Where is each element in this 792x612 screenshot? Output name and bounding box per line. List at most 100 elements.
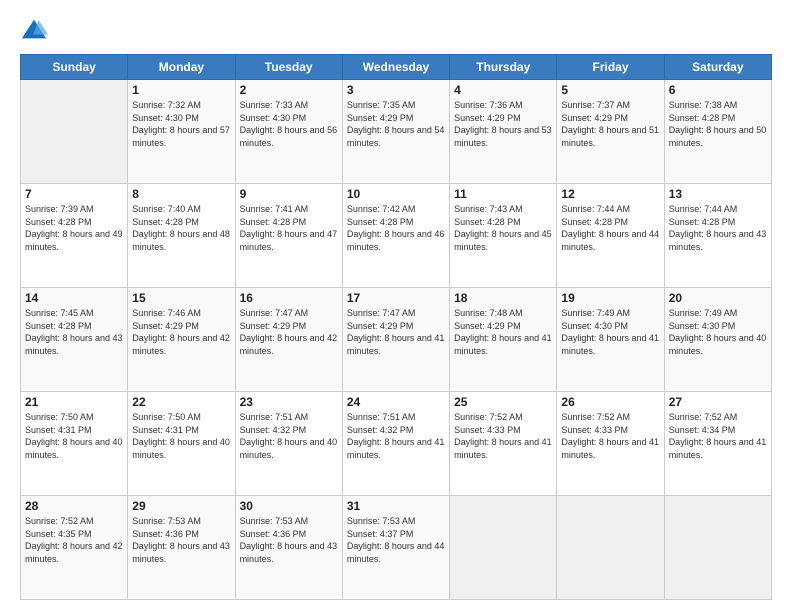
calendar-cell: 14 Sunrise: 7:45 AM Sunset: 4:28 PM Dayli… bbox=[21, 288, 128, 392]
day-info: Sunrise: 7:32 AM Sunset: 4:30 PM Dayligh… bbox=[132, 99, 230, 149]
weekday-header-monday: Monday bbox=[128, 55, 235, 80]
day-info: Sunrise: 7:46 AM Sunset: 4:29 PM Dayligh… bbox=[132, 307, 230, 357]
calendar-cell: 16 Sunrise: 7:47 AM Sunset: 4:29 PM Dayli… bbox=[235, 288, 342, 392]
day-info: Sunrise: 7:42 AM Sunset: 4:28 PM Dayligh… bbox=[347, 203, 445, 253]
day-number: 11 bbox=[454, 187, 552, 201]
calendar-cell: 18 Sunrise: 7:48 AM Sunset: 4:29 PM Dayli… bbox=[450, 288, 557, 392]
weekday-header-sunday: Sunday bbox=[21, 55, 128, 80]
day-number: 3 bbox=[347, 83, 445, 97]
day-info: Sunrise: 7:37 AM Sunset: 4:29 PM Dayligh… bbox=[561, 99, 659, 149]
logo-icon bbox=[20, 16, 48, 44]
weekday-header-wednesday: Wednesday bbox=[342, 55, 449, 80]
day-info: Sunrise: 7:38 AM Sunset: 4:28 PM Dayligh… bbox=[669, 99, 767, 149]
day-number: 27 bbox=[669, 395, 767, 409]
page: SundayMondayTuesdayWednesdayThursdayFrid… bbox=[0, 0, 792, 612]
day-number: 23 bbox=[240, 395, 338, 409]
day-info: Sunrise: 7:47 AM Sunset: 4:29 PM Dayligh… bbox=[240, 307, 338, 357]
day-number: 31 bbox=[347, 499, 445, 513]
day-number: 14 bbox=[25, 291, 123, 305]
logo bbox=[20, 16, 52, 44]
day-info: Sunrise: 7:52 AM Sunset: 4:35 PM Dayligh… bbox=[25, 515, 123, 565]
day-info: Sunrise: 7:36 AM Sunset: 4:29 PM Dayligh… bbox=[454, 99, 552, 149]
weekday-header-thursday: Thursday bbox=[450, 55, 557, 80]
day-info: Sunrise: 7:40 AM Sunset: 4:28 PM Dayligh… bbox=[132, 203, 230, 253]
calendar-cell: 13Sunrise: 7:44 AM Sunset: 4:28 PM Dayli… bbox=[664, 184, 771, 288]
day-number: 5 bbox=[561, 83, 659, 97]
calendar-cell: 8 Sunrise: 7:40 AM Sunset: 4:28 PM Daylig… bbox=[128, 184, 235, 288]
calendar-week-4: 28 Sunrise: 7:52 AM Sunset: 4:35 PM Dayli… bbox=[21, 496, 772, 600]
calendar-cell bbox=[557, 496, 664, 600]
calendar-week-2: 14 Sunrise: 7:45 AM Sunset: 4:28 PM Dayli… bbox=[21, 288, 772, 392]
day-info: Sunrise: 7:52 AM Sunset: 4:33 PM Dayligh… bbox=[454, 411, 552, 461]
day-info: Sunrise: 7:50 AM Sunset: 4:31 PM Dayligh… bbox=[132, 411, 230, 461]
calendar-week-3: 21Sunrise: 7:50 AM Sunset: 4:31 PM Dayli… bbox=[21, 392, 772, 496]
calendar-cell: 4 Sunrise: 7:36 AM Sunset: 4:29 PM Daylig… bbox=[450, 80, 557, 184]
calendar-table: SundayMondayTuesdayWednesdayThursdayFrid… bbox=[20, 54, 772, 600]
calendar-cell: 5 Sunrise: 7:37 AM Sunset: 4:29 PM Daylig… bbox=[557, 80, 664, 184]
day-number: 26 bbox=[561, 395, 659, 409]
day-number: 9 bbox=[240, 187, 338, 201]
day-info: Sunrise: 7:44 AM Sunset: 4:28 PM Dayligh… bbox=[561, 203, 659, 253]
weekday-header-row: SundayMondayTuesdayWednesdayThursdayFrid… bbox=[21, 55, 772, 80]
day-number: 4 bbox=[454, 83, 552, 97]
calendar-cell: 27 Sunrise: 7:52 AM Sunset: 4:34 PM Dayli… bbox=[664, 392, 771, 496]
calendar-cell: 11 Sunrise: 7:43 AM Sunset: 4:28 PM Dayli… bbox=[450, 184, 557, 288]
day-info: Sunrise: 7:41 AM Sunset: 4:28 PM Dayligh… bbox=[240, 203, 338, 253]
day-number: 12 bbox=[561, 187, 659, 201]
day-number: 28 bbox=[25, 499, 123, 513]
calendar-cell bbox=[664, 496, 771, 600]
weekday-header-friday: Friday bbox=[557, 55, 664, 80]
day-number: 20 bbox=[669, 291, 767, 305]
day-info: Sunrise: 7:52 AM Sunset: 4:34 PM Dayligh… bbox=[669, 411, 767, 461]
day-number: 29 bbox=[132, 499, 230, 513]
day-number: 7 bbox=[25, 187, 123, 201]
day-info: Sunrise: 7:53 AM Sunset: 4:36 PM Dayligh… bbox=[132, 515, 230, 565]
header bbox=[20, 16, 772, 44]
calendar-cell: 12 Sunrise: 7:44 AM Sunset: 4:28 PM Dayli… bbox=[557, 184, 664, 288]
day-info: Sunrise: 7:50 AM Sunset: 4:31 PM Dayligh… bbox=[25, 411, 123, 461]
calendar-cell: 15 Sunrise: 7:46 AM Sunset: 4:29 PM Dayli… bbox=[128, 288, 235, 392]
calendar-cell: 3 Sunrise: 7:35 AM Sunset: 4:29 PM Daylig… bbox=[342, 80, 449, 184]
calendar-cell: 10 Sunrise: 7:42 AM Sunset: 4:28 PM Dayli… bbox=[342, 184, 449, 288]
day-number: 18 bbox=[454, 291, 552, 305]
day-number: 8 bbox=[132, 187, 230, 201]
calendar-cell: 1 Sunrise: 7:32 AM Sunset: 4:30 PM Daylig… bbox=[128, 80, 235, 184]
calendar-cell: 7 Sunrise: 7:39 AM Sunset: 4:28 PM Daylig… bbox=[21, 184, 128, 288]
day-info: Sunrise: 7:51 AM Sunset: 4:32 PM Dayligh… bbox=[347, 411, 445, 461]
calendar-cell: 26Sunrise: 7:52 AM Sunset: 4:33 PM Dayli… bbox=[557, 392, 664, 496]
day-number: 6 bbox=[669, 83, 767, 97]
day-number: 24 bbox=[347, 395, 445, 409]
day-number: 25 bbox=[454, 395, 552, 409]
day-number: 30 bbox=[240, 499, 338, 513]
calendar-week-0: 1 Sunrise: 7:32 AM Sunset: 4:30 PM Daylig… bbox=[21, 80, 772, 184]
calendar-cell: 9 Sunrise: 7:41 AM Sunset: 4:28 PM Daylig… bbox=[235, 184, 342, 288]
day-info: Sunrise: 7:43 AM Sunset: 4:28 PM Dayligh… bbox=[454, 203, 552, 253]
calendar-cell: 24 Sunrise: 7:51 AM Sunset: 4:32 PM Dayli… bbox=[342, 392, 449, 496]
calendar-cell bbox=[21, 80, 128, 184]
day-number: 2 bbox=[240, 83, 338, 97]
calendar-header: SundayMondayTuesdayWednesdayThursdayFrid… bbox=[21, 55, 772, 80]
day-number: 10 bbox=[347, 187, 445, 201]
day-info: Sunrise: 7:49 AM Sunset: 4:30 PM Dayligh… bbox=[561, 307, 659, 357]
calendar-cell: 6 Sunrise: 7:38 AM Sunset: 4:28 PM Daylig… bbox=[664, 80, 771, 184]
day-number: 15 bbox=[132, 291, 230, 305]
day-number: 16 bbox=[240, 291, 338, 305]
weekday-header-tuesday: Tuesday bbox=[235, 55, 342, 80]
day-number: 19 bbox=[561, 291, 659, 305]
day-info: Sunrise: 7:35 AM Sunset: 4:29 PM Dayligh… bbox=[347, 99, 445, 149]
calendar-cell: 17Sunrise: 7:47 AM Sunset: 4:29 PM Dayli… bbox=[342, 288, 449, 392]
calendar-cell: 23Sunrise: 7:51 AM Sunset: 4:32 PM Dayli… bbox=[235, 392, 342, 496]
day-info: Sunrise: 7:48 AM Sunset: 4:29 PM Dayligh… bbox=[454, 307, 552, 357]
day-number: 13 bbox=[669, 187, 767, 201]
day-info: Sunrise: 7:45 AM Sunset: 4:28 PM Dayligh… bbox=[25, 307, 123, 357]
calendar-cell: 29 Sunrise: 7:53 AM Sunset: 4:36 PM Dayli… bbox=[128, 496, 235, 600]
calendar-cell: 28 Sunrise: 7:52 AM Sunset: 4:35 PM Dayli… bbox=[21, 496, 128, 600]
calendar-cell: 20 Sunrise: 7:49 AM Sunset: 4:30 PM Dayli… bbox=[664, 288, 771, 392]
day-info: Sunrise: 7:39 AM Sunset: 4:28 PM Dayligh… bbox=[25, 203, 123, 253]
calendar-cell: 19 Sunrise: 7:49 AM Sunset: 4:30 PM Dayli… bbox=[557, 288, 664, 392]
day-info: Sunrise: 7:49 AM Sunset: 4:30 PM Dayligh… bbox=[669, 307, 767, 357]
day-info: Sunrise: 7:47 AM Sunset: 4:29 PM Dayligh… bbox=[347, 307, 445, 357]
calendar-cell: 21Sunrise: 7:50 AM Sunset: 4:31 PM Dayli… bbox=[21, 392, 128, 496]
calendar-week-1: 7 Sunrise: 7:39 AM Sunset: 4:28 PM Daylig… bbox=[21, 184, 772, 288]
day-number: 1 bbox=[132, 83, 230, 97]
